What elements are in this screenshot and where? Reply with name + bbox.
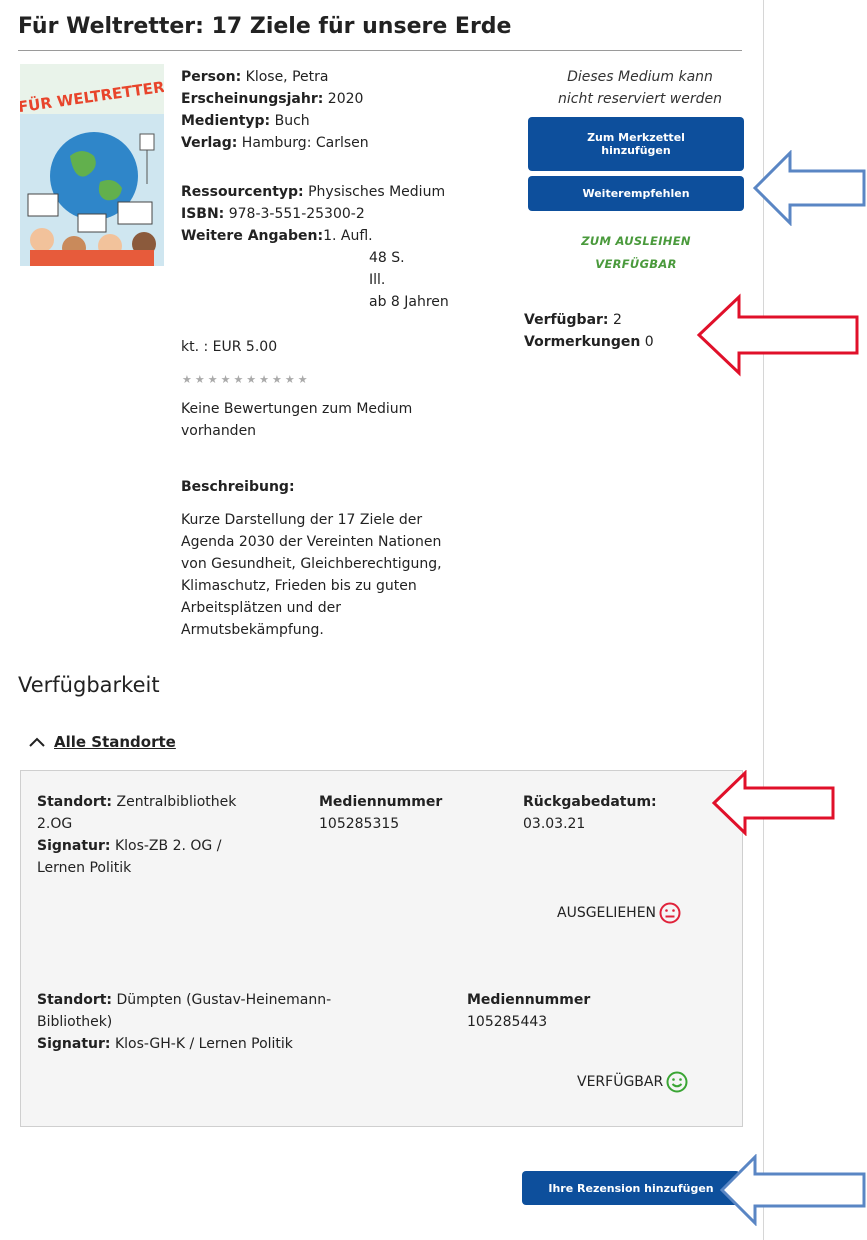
page-title: Für Weltretter: 17 Ziele für unsere Erde xyxy=(18,14,512,39)
media-number-2: Mediennummer 105285443 xyxy=(467,992,591,1030)
all-locations-toggle[interactable]: Alle Standorte xyxy=(28,733,176,751)
more-info-lines: 48 S. Ill. ab 8 Jahren xyxy=(369,247,449,313)
no-ratings-text: Keine Bewertungen zum Medium vorhanden xyxy=(181,401,413,439)
details-block: Person: Klose, Petra Erscheinungsjahr: 2… xyxy=(181,69,369,151)
rating-stars[interactable]: ★★★★★★★★★★ xyxy=(182,373,311,386)
happy-face-icon xyxy=(666,1071,688,1093)
description-label: Beschreibung: xyxy=(181,479,295,495)
description-text: Kurze Darstellung der 17 Ziele der Agend… xyxy=(181,512,442,638)
detail-panel: Für Weltretter: 17 Ziele für unsere Erde… xyxy=(0,0,764,1240)
price: kt. : EUR 5.00 xyxy=(181,339,278,355)
all-locations-link[interactable]: Alle Standorte xyxy=(54,733,176,751)
person-value: Klose, Petra xyxy=(245,69,329,85)
details-block-2: Ressourcentyp: Physisches Medium ISBN: 9… xyxy=(181,184,446,244)
more-info-line: Ill. xyxy=(369,272,386,288)
annotation-arrow-red-1 xyxy=(696,293,859,377)
available-count: 2 xyxy=(612,312,622,328)
annotation-arrow-blue-1 xyxy=(752,150,866,226)
year-value: 2020 xyxy=(327,91,364,107)
publisher-value: Hamburg: Carlsen xyxy=(241,135,369,151)
sad-face-icon xyxy=(659,902,681,924)
available-for-loan-label: ZUM AUSLEIHEN VERFÜGBAR xyxy=(581,234,691,271)
reservation-note: Dieses Medium kann nicht reserviert werd… xyxy=(558,69,722,107)
book-cover-image[interactable]: FÜR WELTRETTER xyxy=(17,64,166,266)
isbn-value: 978-3-551-25300-2 xyxy=(228,206,365,222)
location-item-1: Standort: Zentralbibliothek 2.OG Signatu… xyxy=(37,794,237,876)
reservations-count: 0 xyxy=(644,334,654,350)
return-date-1: Rückgabedatum: 03.03.21 xyxy=(523,794,657,832)
more-info-line: 48 S. xyxy=(369,250,405,266)
media-number-1: Mediennummer 105285315 xyxy=(319,794,443,832)
recommend-button[interactable]: Weiterempfehlen xyxy=(528,176,744,211)
annotation-arrow-blue-2 xyxy=(719,1154,866,1226)
resource-type-value: Physisches Medium xyxy=(308,184,446,200)
annotation-arrow-red-2 xyxy=(711,770,835,836)
chevron-up-icon xyxy=(29,737,45,747)
more-info-line: ab 8 Jahren xyxy=(369,294,449,310)
add-review-button[interactable]: Ihre Rezension hinzufügen xyxy=(522,1171,740,1205)
more-info-line: 1. Aufl. xyxy=(323,228,373,244)
media-type-value: Buch xyxy=(274,113,310,129)
title-divider xyxy=(18,50,742,51)
add-to-watchlist-button[interactable]: Zum Merkzettel hinzufügen xyxy=(528,117,744,171)
availability-counts: Verfügbar: 2 Vormerkungen 0 xyxy=(524,312,654,350)
status-badge-2: VERFÜGBAR xyxy=(577,1071,688,1093)
availability-heading: Verfügbarkeit xyxy=(18,673,160,697)
status-badge-1: AUSGELIEHEN xyxy=(557,902,681,924)
locations-box: Standort: Zentralbibliothek 2.OG Signatu… xyxy=(20,770,743,1127)
location-item-2: Standort: Dümpten (Gustav-Heinemann- Bib… xyxy=(37,992,332,1052)
